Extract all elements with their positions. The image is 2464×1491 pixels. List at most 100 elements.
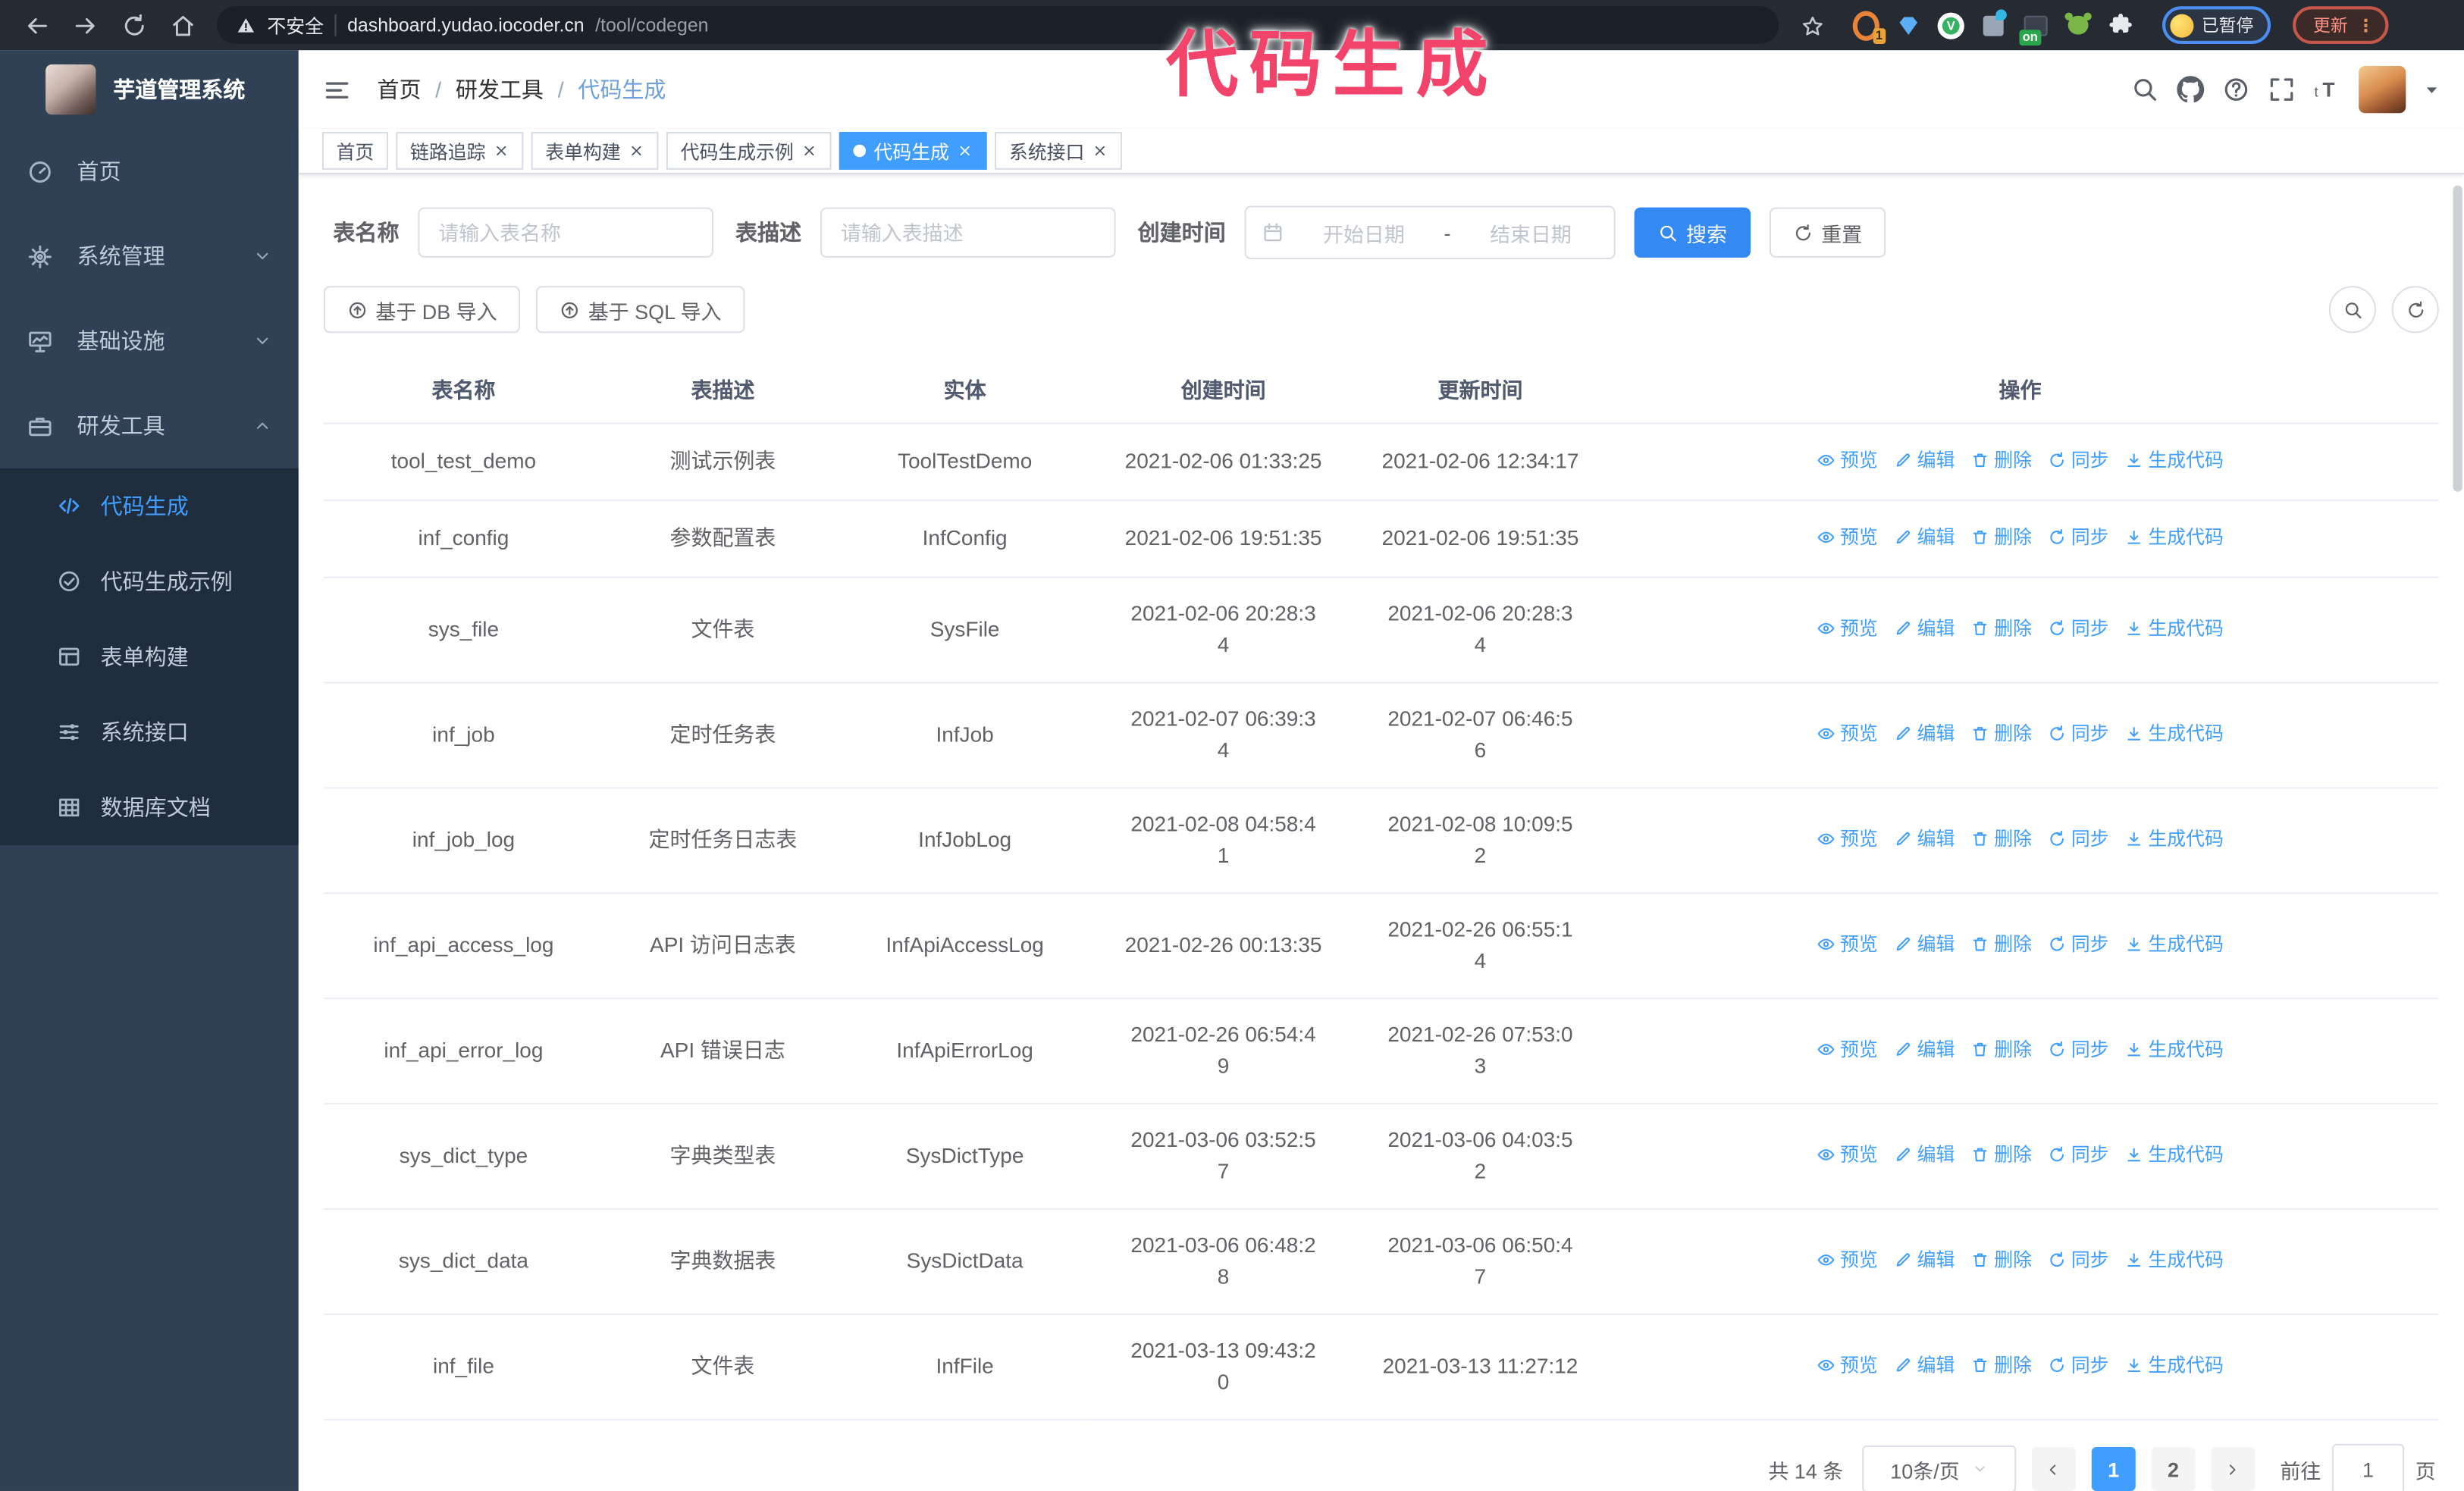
close-icon[interactable]: [494, 143, 509, 159]
bookmark-star-icon[interactable]: [1801, 14, 1824, 37]
action-generate-link[interactable]: 生成代码: [2124, 445, 2224, 476]
close-icon[interactable]: [801, 143, 817, 159]
font-size-icon[interactable]: tT: [2313, 75, 2341, 103]
sidebar-item-home[interactable]: 首页: [0, 129, 299, 214]
action-sync-link[interactable]: 同步: [2048, 1245, 2109, 1276]
action-delete-link[interactable]: 删除: [1970, 522, 2032, 553]
tab-api[interactable]: 系统接口: [995, 132, 1123, 170]
action-preview-link[interactable]: 预览: [1817, 718, 1878, 749]
action-delete-link[interactable]: 删除: [1970, 1349, 2032, 1380]
action-preview-link[interactable]: 预览: [1817, 1349, 1878, 1380]
action-preview-link[interactable]: 预览: [1817, 929, 1878, 960]
action-sync-link[interactable]: 同步: [2048, 718, 2109, 749]
tab-tracing[interactable]: 链路追踪: [396, 132, 524, 170]
vue-devtools-extension-icon[interactable]: V: [1937, 11, 1964, 39]
action-delete-link[interactable]: 删除: [1970, 718, 2032, 749]
browser-reload-icon[interactable]: [121, 12, 148, 39]
end-date-placeholder[interactable]: 结束日期: [1463, 218, 1598, 247]
hamburger-icon[interactable]: [322, 74, 352, 104]
action-delete-link[interactable]: 删除: [1970, 929, 2032, 960]
action-sync-link[interactable]: 同步: [2048, 612, 2109, 644]
action-generate-link[interactable]: 生成代码: [2124, 1349, 2224, 1380]
import-db-button[interactable]: 基于 DB 导入: [323, 286, 521, 334]
switch-extension-icon[interactable]: on: [2019, 12, 2049, 45]
page-size-select[interactable]: 10条/页: [1862, 1445, 2017, 1491]
table-desc-input[interactable]: [820, 207, 1116, 258]
sidebar-item-codegen-example[interactable]: 代码生成示例: [0, 543, 299, 619]
json-extension-icon[interactable]: [1980, 8, 2007, 39]
prev-page-button[interactable]: [2031, 1446, 2076, 1491]
reset-button[interactable]: 重置: [1769, 207, 1886, 258]
action-generate-link[interactable]: 生成代码: [2124, 1139, 2224, 1170]
action-edit-link[interactable]: 编辑: [1894, 718, 1955, 749]
search-button[interactable]: 搜索: [1634, 207, 1751, 258]
action-sync-link[interactable]: 同步: [2048, 1139, 2109, 1170]
user-avatar[interactable]: [2359, 66, 2406, 114]
action-edit-link[interactable]: 编辑: [1894, 1349, 1955, 1380]
page-button-2[interactable]: 2: [2151, 1446, 2196, 1491]
page-button-1[interactable]: 1: [2091, 1446, 2136, 1491]
action-generate-link[interactable]: 生成代码: [2124, 522, 2224, 553]
tab-form-builder[interactable]: 表单构建: [531, 132, 659, 170]
page-scrollbar[interactable]: [2453, 185, 2462, 492]
sidebar-item-codegen[interactable]: 代码生成: [0, 468, 299, 543]
action-delete-link[interactable]: 删除: [1970, 1245, 2032, 1276]
action-preview-link[interactable]: 预览: [1817, 522, 1878, 553]
action-sync-link[interactable]: 同步: [2048, 445, 2109, 476]
action-edit-link[interactable]: 编辑: [1894, 445, 1955, 476]
action-delete-link[interactable]: 删除: [1970, 1034, 2032, 1065]
table-name-input[interactable]: [418, 207, 714, 258]
tab-codegen-example[interactable]: 代码生成示例: [666, 132, 832, 170]
extensions-puzzle-icon[interactable]: [2107, 12, 2133, 39]
action-generate-link[interactable]: 生成代码: [2124, 612, 2224, 644]
browser-menu-dots-icon[interactable]: ⋮: [2357, 15, 2375, 36]
tab-codegen[interactable]: 代码生成: [839, 132, 987, 170]
action-preview-link[interactable]: 预览: [1817, 445, 1878, 476]
toggle-search-button[interactable]: [2328, 286, 2376, 334]
action-preview-link[interactable]: 预览: [1817, 612, 1878, 644]
goto-page-input[interactable]: [2331, 1443, 2405, 1491]
action-sync-link[interactable]: 同步: [2048, 929, 2109, 960]
browser-profile-chip[interactable]: 已暂停: [2162, 6, 2271, 45]
action-preview-link[interactable]: 预览: [1817, 823, 1878, 854]
sidebar-item-infra[interactable]: 基础设施: [0, 299, 299, 384]
action-generate-link[interactable]: 生成代码: [2124, 718, 2224, 749]
tampermonkey-extension-icon[interactable]: [2064, 12, 2092, 39]
action-edit-link[interactable]: 编辑: [1894, 1034, 1955, 1065]
import-sql-button[interactable]: 基于 SQL 导入: [536, 286, 745, 334]
action-edit-link[interactable]: 编辑: [1894, 1139, 1955, 1170]
date-range-picker[interactable]: 开始日期 - 结束日期: [1244, 205, 1616, 259]
sidebar-item-devtools[interactable]: 研发工具: [0, 384, 299, 468]
action-preview-link[interactable]: 预览: [1817, 1034, 1878, 1065]
sidebar-item-db-doc[interactable]: 数据库文档: [0, 770, 299, 845]
breadcrumb-item[interactable]: 研发工具: [456, 74, 544, 105]
avatar-caret-down-icon[interactable]: [2423, 81, 2440, 99]
browser-back-icon[interactable]: [24, 12, 50, 39]
action-generate-link[interactable]: 生成代码: [2124, 1245, 2224, 1276]
action-preview-link[interactable]: 预览: [1817, 1139, 1878, 1170]
github-icon[interactable]: [2177, 75, 2205, 103]
next-page-button[interactable]: [2211, 1446, 2256, 1491]
not-secure-icon[interactable]: [236, 15, 256, 36]
action-generate-link[interactable]: 生成代码: [2124, 823, 2224, 854]
action-generate-link[interactable]: 生成代码: [2124, 929, 2224, 960]
action-sync-link[interactable]: 同步: [2048, 1349, 2109, 1380]
close-icon[interactable]: [957, 143, 973, 159]
sidebar-item-form-builder[interactable]: 表单构建: [0, 619, 299, 694]
close-icon[interactable]: [1092, 143, 1108, 159]
tab-home[interactable]: 首页: [321, 132, 388, 170]
action-delete-link[interactable]: 删除: [1970, 823, 2032, 854]
close-icon[interactable]: [629, 143, 644, 159]
action-sync-link[interactable]: 同步: [2048, 1034, 2109, 1065]
action-preview-link[interactable]: 预览: [1817, 1245, 1878, 1276]
sidebar-item-api[interactable]: 系统接口: [0, 694, 299, 769]
action-delete-link[interactable]: 删除: [1970, 1139, 2032, 1170]
fullscreen-icon[interactable]: [2268, 75, 2296, 103]
address-bar[interactable]: 不安全 dashboard.yudao.iocoder.cn/tool/code…: [217, 6, 1779, 45]
breadcrumb-item[interactable]: 首页: [377, 74, 421, 105]
not-secure-label[interactable]: 不安全: [267, 12, 324, 39]
action-edit-link[interactable]: 编辑: [1894, 1245, 1955, 1276]
action-sync-link[interactable]: 同步: [2048, 522, 2109, 553]
session-extension-icon[interactable]: 1: [1852, 10, 1886, 43]
help-icon[interactable]: [2222, 75, 2250, 103]
